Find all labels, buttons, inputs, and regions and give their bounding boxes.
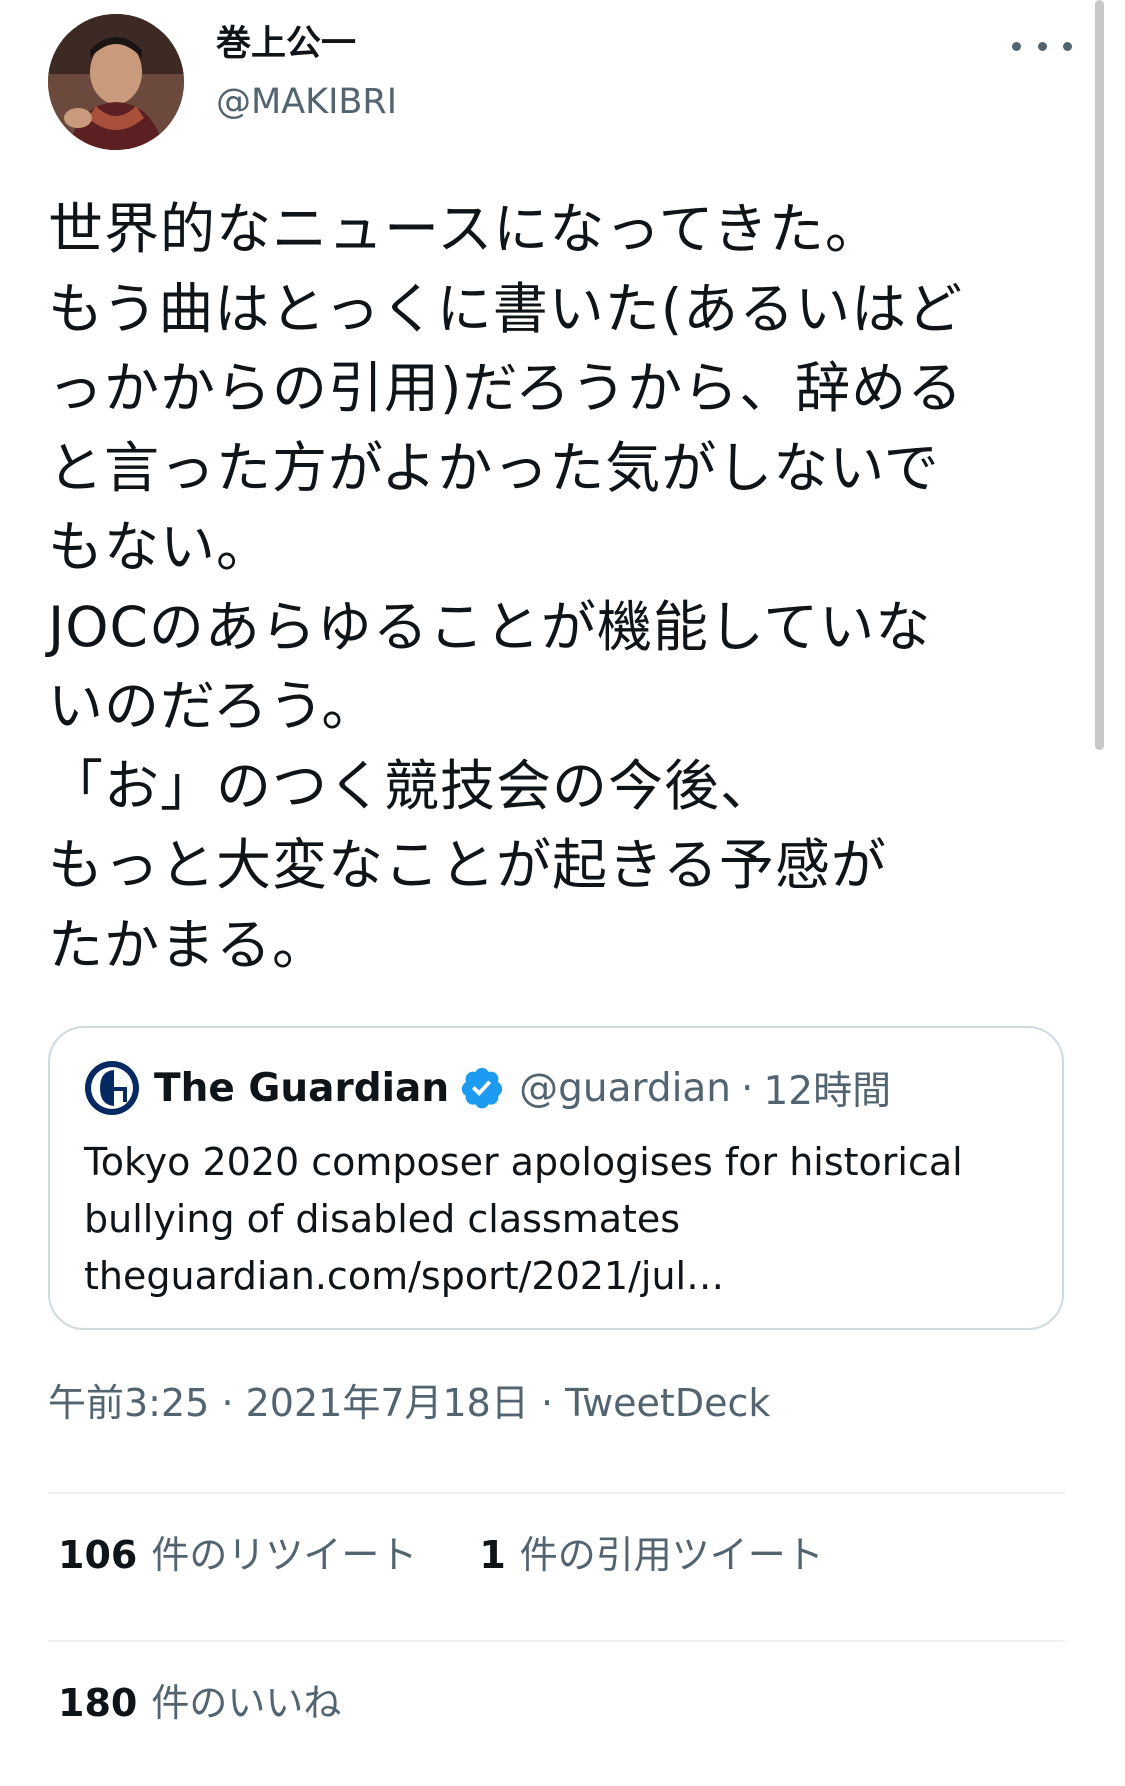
tweet-line: たかまる。 (48, 912, 329, 977)
quoted-text-line: bullying of disabled classmates (84, 1197, 681, 1241)
likes-label: 件のいいね (151, 1681, 342, 1725)
tweet-time[interactable]: 午前3:25 (48, 1381, 209, 1425)
more-dot (1012, 41, 1021, 51)
tweet-line: っかからの引用)だろうから、辞める (48, 356, 964, 420)
tweet-line: いのだろう。 (48, 674, 378, 738)
engagement-stats: 106 件のリツイート 1 件の引用ツイート (58, 1530, 824, 1580)
tweet-line: 「お」のつく競技会の今後、 (48, 753, 777, 818)
tweet-text: 世界的なニュースになってきた。 もう曲はとっくに書いた(あるいはど っかからの引… (48, 190, 1078, 985)
tweet-meta: 午前3:25 · 2021年7月18日 · TweetDeck (48, 1378, 770, 1428)
quoted-author-name: The Guardian (154, 1065, 450, 1111)
quoted-separator: · (741, 1065, 754, 1111)
divider (48, 1492, 1065, 1494)
quoted-link[interactable]: theguardian.com/sport/2021/jul… (84, 1248, 1044, 1305)
likes-stat[interactable]: 180 件のいいね (58, 1678, 341, 1728)
user-avatar-photo (48, 14, 184, 150)
quoted-tweet-header: The Guardian @guardian · 12時間 (154, 1062, 892, 1115)
verified-badge-icon (461, 1067, 503, 1109)
quotes-label: 件の引用ツイート (519, 1533, 824, 1577)
tweet-line: もう曲はとっくに書いた(あるいはど (48, 276, 964, 341)
tweet-date[interactable]: 2021年7月18日 (246, 1381, 529, 1425)
quoted-author-handle: @guardian (519, 1065, 732, 1111)
tweet-line: もない。 (48, 515, 273, 579)
tweet-line: と言った方がよかった気がしないで (48, 435, 940, 500)
quoted-tweet-text: Tokyo 2020 composer apologises for histo… (84, 1134, 1044, 1305)
quoted-text-line: Tokyo 2020 composer apologises for histo… (84, 1140, 963, 1184)
retweets-stat[interactable]: 106 件のリツイート (58, 1530, 417, 1580)
more-dot (1063, 41, 1072, 51)
more-dot (1037, 41, 1047, 51)
ellipsis-icon[interactable] (1012, 26, 1072, 66)
tweet-line: もっと大変なことが起きる予感が (48, 833, 887, 897)
quotes-stat[interactable]: 1 件の引用ツイート (479, 1530, 823, 1580)
meta-separator: · (221, 1381, 234, 1425)
retweets-count: 106 (58, 1533, 138, 1577)
tweet-line: 世界的なニュースになってきた。 (48, 197, 881, 261)
tweet-line: JOCのあらゆることが機能していな (48, 594, 932, 659)
guardian-logo-icon (85, 1061, 139, 1115)
author-handle[interactable]: @MAKIBRI (216, 80, 397, 124)
meta-separator: · (540, 1381, 554, 1425)
quotes-count: 1 (479, 1533, 506, 1577)
scrollbar[interactable] (1095, 0, 1104, 750)
likes-count: 180 (58, 1681, 138, 1725)
author-display-name[interactable]: 巻上公一 (216, 22, 356, 66)
divider (48, 1640, 1065, 1642)
author-avatar[interactable] (48, 14, 184, 150)
retweets-label: 件のリツイート (151, 1533, 418, 1577)
quoted-timestamp: 12時間 (763, 1069, 892, 1114)
quoted-tweet-card[interactable]: The Guardian @guardian · 12時間 Tokyo 2020… (48, 1026, 1064, 1330)
tweet-client[interactable]: TweetDeck (565, 1381, 770, 1425)
